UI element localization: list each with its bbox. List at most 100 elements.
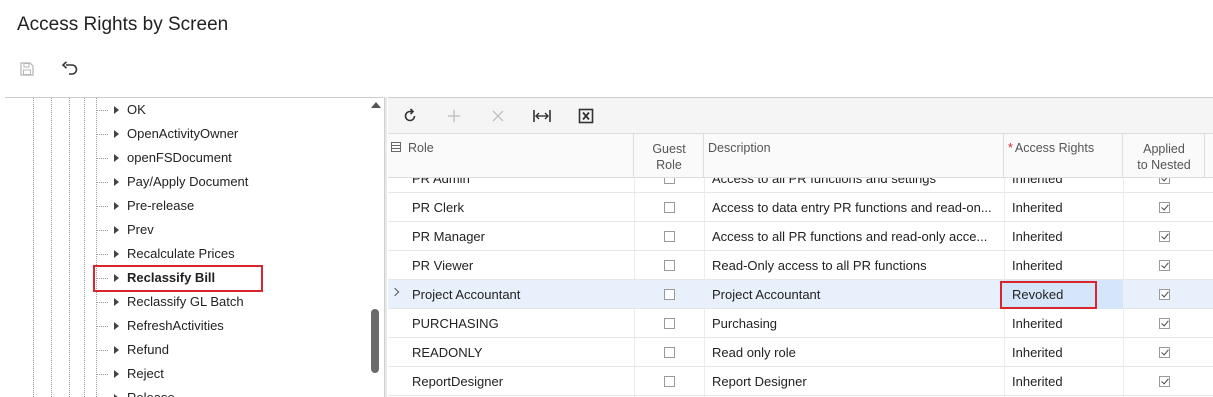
role-cell[interactable]: ReportDesigner [412,367,637,396]
expand-arrow-icon[interactable] [114,178,119,186]
access-rights-cell[interactable]: Inherited [1012,193,1122,222]
applied-to-nested-checkbox[interactable] [1158,231,1170,243]
description-cell[interactable]: Read-Only access to all PR functions [712,251,996,280]
applied-to-nested-checkbox[interactable] [1158,178,1170,185]
role-cell[interactable]: READONLY [412,338,637,367]
column-header-role[interactable]: Role [388,134,634,178]
scroll-thumb[interactable] [371,309,379,373]
guest-role-checkbox[interactable] [663,289,675,301]
applied-to-nested-cell[interactable] [1124,193,1204,222]
export-excel-button[interactable] [574,104,598,128]
expand-arrow-icon[interactable] [114,250,119,258]
role-cell[interactable]: PR Manager [412,222,637,251]
tree-scrollbar[interactable] [369,98,383,397]
tree-item[interactable]: Reclassify GL Batch [5,290,365,314]
guest-role-cell[interactable] [634,280,704,309]
column-header-applied-to-nested[interactable]: Applied to Nested [1123,134,1205,178]
role-cell[interactable]: PR Viewer [412,251,637,280]
guest-role-cell[interactable] [634,193,704,222]
access-rights-cell[interactable]: Inherited [1012,251,1122,280]
guest-role-cell[interactable] [634,367,704,396]
add-row-button[interactable] [442,104,466,128]
description-cell[interactable]: Project Accountant [712,280,996,309]
panel-splitter[interactable] [384,97,387,397]
save-button[interactable] [14,56,40,82]
description-cell[interactable]: Purchasing [712,309,996,338]
description-cell[interactable]: Access to all PR functions and settings [712,178,996,193]
table-row[interactable]: READONLY Read only role Inherited [388,338,1213,367]
expand-arrow-icon[interactable] [114,154,119,162]
column-header-access-rights[interactable]: * Access Rights [1004,134,1123,178]
applied-to-nested-checkbox[interactable] [1158,289,1170,301]
applied-to-nested-checkbox[interactable] [1158,376,1170,388]
tree-item[interactable]: Reject [5,362,365,386]
applied-to-nested-cell[interactable] [1124,251,1204,280]
applied-to-nested-checkbox[interactable] [1158,202,1170,214]
access-rights-cell[interactable]: Inherited [1012,178,1122,193]
description-cell[interactable]: Access to all PR functions and read-only… [712,222,996,251]
delete-row-button[interactable] [486,104,510,128]
expand-arrow-icon[interactable] [114,226,119,234]
undo-button[interactable] [57,56,83,82]
guest-role-cell[interactable] [634,338,704,367]
tree-item[interactable]: Release [5,386,365,397]
guest-role-cell[interactable] [634,251,704,280]
table-row[interactable]: PR Viewer Read-Only access to all PR func… [388,251,1213,280]
expand-arrow-icon[interactable] [114,370,119,378]
role-cell[interactable]: PR Admin [412,178,637,193]
tree-item[interactable]: OpenActivityOwner [5,122,365,146]
tree-item[interactable]: OK [5,98,365,122]
refresh-button[interactable] [398,104,422,128]
table-row[interactable]: PR Clerk Access to data entry PR function… [388,193,1213,222]
guest-role-checkbox[interactable] [663,376,675,388]
access-rights-cell[interactable]: Inherited [1012,367,1122,396]
expand-arrow-icon[interactable] [114,106,119,114]
tree-item[interactable]: Pre-release [5,194,365,218]
expand-arrow-icon[interactable] [114,346,119,354]
access-rights-cell[interactable]: Inherited [1012,338,1122,367]
guest-role-cell[interactable] [634,309,704,338]
table-row[interactable]: PURCHASING Purchasing Inherited [388,309,1213,338]
guest-role-checkbox[interactable] [663,318,675,330]
applied-to-nested-cell[interactable] [1124,222,1204,251]
tree-item[interactable]: Refund [5,338,365,362]
applied-to-nested-cell[interactable] [1124,178,1204,193]
tree-item[interactable]: openFSDocument [5,146,365,170]
role-cell[interactable]: Project Accountant [412,280,637,309]
access-rights-cell[interactable]: Inherited [1012,309,1122,338]
role-cell[interactable]: PR Clerk [412,193,637,222]
role-cell[interactable]: PURCHASING [412,309,637,338]
guest-role-checkbox[interactable] [663,260,675,272]
applied-to-nested-checkbox[interactable] [1158,318,1170,330]
expand-arrow-icon[interactable] [114,202,119,210]
column-settings-icon[interactable] [391,142,401,152]
applied-to-nested-checkbox[interactable] [1158,347,1170,359]
table-row[interactable]: Project Accountant Project Accountant Revo… [388,280,1213,309]
applied-to-nested-cell[interactable] [1124,309,1204,338]
tree-item[interactable]: RefreshActivities [5,314,365,338]
scroll-up-arrow-icon[interactable] [371,102,381,108]
guest-role-cell[interactable] [634,222,704,251]
applied-to-nested-checkbox[interactable] [1158,260,1170,272]
description-cell[interactable]: Report Designer [712,367,996,396]
expand-arrow-icon[interactable] [114,130,119,138]
tree-item[interactable]: Recalculate Prices [5,242,365,266]
guest-role-cell[interactable] [634,178,704,193]
expand-arrow-icon[interactable] [114,298,119,306]
table-row[interactable]: PR Admin Access to all PR functions and s… [388,178,1213,193]
applied-to-nested-cell[interactable] [1124,280,1204,309]
guest-role-checkbox[interactable] [663,231,675,243]
column-header-description[interactable]: Description [704,134,1004,178]
access-rights-cell[interactable]: Inherited [1012,222,1122,251]
applied-to-nested-cell[interactable] [1124,367,1204,396]
column-header-guest-role[interactable]: Guest Role [634,134,704,178]
tree-item[interactable]: Prev [5,218,365,242]
expand-arrow-icon[interactable] [114,322,119,330]
description-cell[interactable]: Read only role [712,338,996,367]
fit-columns-button[interactable] [530,104,554,128]
tree-item[interactable]: Pay/Apply Document [5,170,365,194]
guest-role-checkbox[interactable] [663,347,675,359]
guest-role-checkbox[interactable] [663,202,675,214]
table-row[interactable]: PR Manager Access to all PR functions and… [388,222,1213,251]
applied-to-nested-cell[interactable] [1124,338,1204,367]
